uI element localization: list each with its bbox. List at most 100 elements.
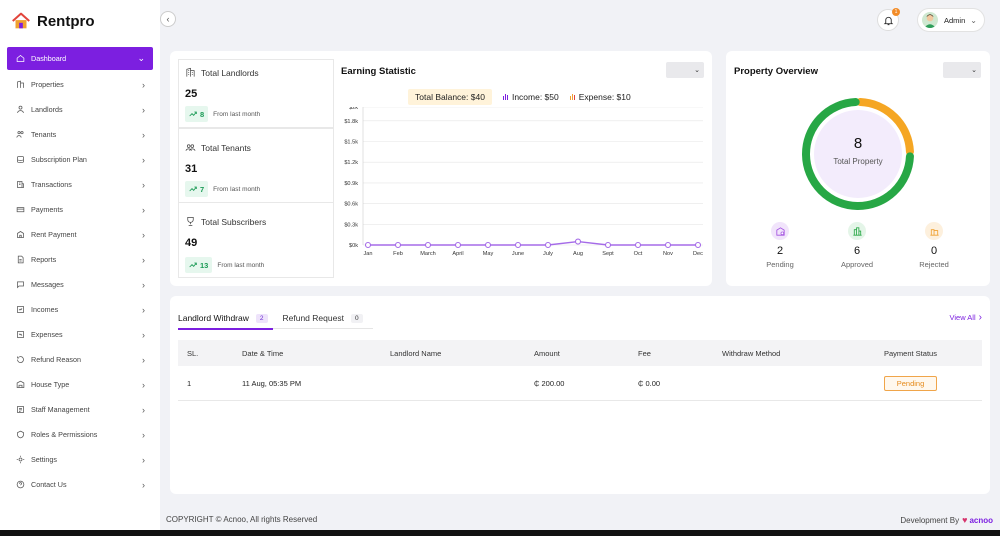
income-legend-icon (502, 94, 509, 100)
tab-label: Landlord Withdraw (178, 313, 249, 323)
x-tick-label: Jan (363, 251, 372, 257)
sidebar-item-rent-payment[interactable]: Rent Payment › (7, 222, 153, 247)
tab-refund-request[interactable]: Refund Request 0 (283, 310, 363, 326)
footer-credit: Development By ♥ acnoo (900, 515, 993, 525)
chevron-right-icon: › (142, 79, 145, 90)
donut-center (814, 110, 902, 198)
view-all-link[interactable]: View All › (950, 312, 982, 323)
po-rejected-value: 0 (930, 245, 938, 257)
x-tick-label: June (512, 251, 524, 257)
sidebar-item-label: House Type (31, 380, 70, 389)
sidebar-item-refund-reason[interactable]: Refund Reason › (7, 347, 153, 372)
donut-total: 8 (853, 135, 863, 152)
sidebar-item-reports[interactable]: Reports › (7, 247, 153, 272)
building-icon (186, 67, 195, 77)
reports-icon (15, 255, 25, 265)
data-point (604, 241, 612, 249)
chevron-right-icon: › (142, 379, 145, 390)
chevron-right-icon: › (142, 279, 145, 290)
stat-change-value: 8 (200, 109, 205, 119)
x-tick-label: Nov (663, 251, 673, 257)
settings-icon (15, 455, 25, 465)
col-amount: Amount (534, 348, 560, 358)
avatar (922, 12, 938, 28)
approved-icon (848, 222, 866, 240)
data-point (664, 241, 672, 249)
x-tick-label: Aug (573, 251, 583, 257)
sidebar-item-transactions[interactable]: Transactions › (7, 172, 153, 197)
sidebar-item-settings[interactable]: Settings › (7, 447, 153, 472)
donut-total-label: Total Property (833, 157, 883, 166)
sidebar-item-label: Refund Reason (31, 355, 81, 364)
sidebar-item-label: Incomes (31, 305, 59, 314)
sidebar-item-incomes[interactable]: Incomes › (7, 297, 153, 322)
y-tick-label: $0.3k (344, 222, 358, 228)
stat-title: Total Landlords (201, 67, 259, 78)
contact-icon (15, 480, 25, 490)
pending-icon (771, 222, 789, 240)
x-tick-label: Oct (634, 251, 643, 257)
series-line (368, 240, 698, 246)
brand[interactable]: Rentpro (10, 10, 95, 32)
x-tick-label: Feb (393, 251, 403, 257)
earning-legend: Total Balance: $40 Income: $50 Expense: … (408, 89, 631, 105)
heart-icon: ♥ (962, 515, 968, 525)
earning-title: Earning Statistic (341, 66, 416, 77)
property-overview-title: Property Overview (734, 66, 818, 77)
sidebar-item-subscription-plan[interactable]: Subscription Plan › (7, 147, 153, 172)
payments-icon (15, 205, 25, 215)
sidebar-item-label: Payments (31, 205, 63, 214)
footer-brand-link[interactable]: acnoo (969, 516, 993, 525)
sidebar-item-properties[interactable]: Properties › (7, 72, 153, 97)
trend-up-icon (189, 111, 197, 117)
col-payment-status: Payment Status (884, 348, 937, 358)
sidebar-item-roles-permissions[interactable]: Roles & Permissions › (7, 422, 153, 447)
chevron-right-icon: › (142, 479, 145, 490)
sidebar-item-contact-us[interactable]: Contact Us › (7, 472, 153, 497)
sidebar-item-label: Reports (31, 255, 57, 264)
chevron-down-icon: ⌄ (970, 15, 977, 25)
po-approved-label: Approved (840, 260, 874, 269)
sidebar-item-label: Messages (31, 280, 64, 289)
chevron-left-icon: ‹ (166, 14, 170, 24)
withdraw-card: Landlord Withdraw 2 Refund Request 0 Vie… (170, 296, 990, 494)
sidebar-item-tenants[interactable]: Tenants › (7, 122, 153, 147)
x-tick-label: Sept (602, 251, 614, 257)
sidebar-item-staff-management[interactable]: Staff Management › (7, 397, 153, 422)
table-row[interactable]: 1 11 Aug, 05:35 PM ₵ 200.00 ₵ 0.00 Pendi… (178, 366, 982, 401)
message-icon (15, 280, 25, 290)
chevron-right-icon: › (142, 354, 145, 365)
trophy-icon (187, 217, 194, 226)
chevron-right-icon: › (142, 404, 145, 415)
tab-landlord-withdraw[interactable]: Landlord Withdraw 2 (178, 310, 268, 326)
group-icon (185, 144, 196, 151)
sidebar-item-house-type[interactable]: House Type › (7, 372, 153, 397)
side-menu: Dashboard ⌄ Properties › Landlords › Tenants › S… (7, 47, 153, 497)
house-logo-icon (12, 12, 30, 29)
property-donut (802, 98, 914, 210)
user-menu[interactable]: Admin ⌄ (917, 8, 985, 32)
notification-badge: 1 (892, 8, 900, 16)
sidebar-item-label: Tenants (31, 130, 57, 139)
po-approved-value: 6 (853, 245, 861, 257)
stat-value: 31 (185, 163, 198, 175)
chevron-right-icon: › (142, 454, 145, 465)
sidebar-item-landlords[interactable]: Landlords › (7, 97, 153, 122)
expense-text: Expense: $10 (578, 92, 631, 102)
chevron-right-icon: › (142, 329, 145, 340)
earning-period-select[interactable]: ⌄ (666, 62, 704, 78)
sidebar-item-payments[interactable]: Payments › (7, 197, 153, 222)
sidebar-item-messages[interactable]: Messages › (7, 272, 153, 297)
chevron-right-icon: › (142, 204, 145, 215)
sidebar-item-label: Transactions (31, 180, 72, 189)
sidebar-item-dashboard[interactable]: Dashboard ⌄ (7, 47, 153, 70)
sidebar-item-expenses[interactable]: Expenses › (7, 322, 153, 347)
cell-amount: ₵ 200.00 (534, 379, 565, 388)
po-rejected-label: Rejected (919, 260, 949, 269)
data-point (694, 241, 702, 249)
collapse-sidebar-button[interactable]: ‹ (160, 11, 176, 27)
data-point (514, 241, 522, 249)
roles-icon (15, 430, 25, 440)
chevron-down-icon: ⌄ (694, 67, 700, 74)
property-period-select[interactable]: ⌄ (943, 62, 981, 78)
